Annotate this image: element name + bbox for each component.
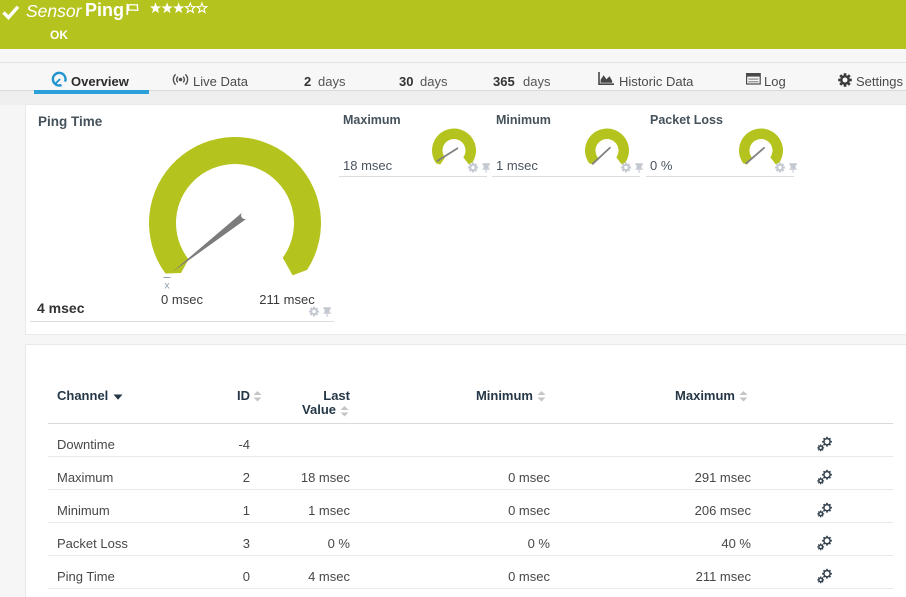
svg-text:x: x xyxy=(164,280,170,292)
